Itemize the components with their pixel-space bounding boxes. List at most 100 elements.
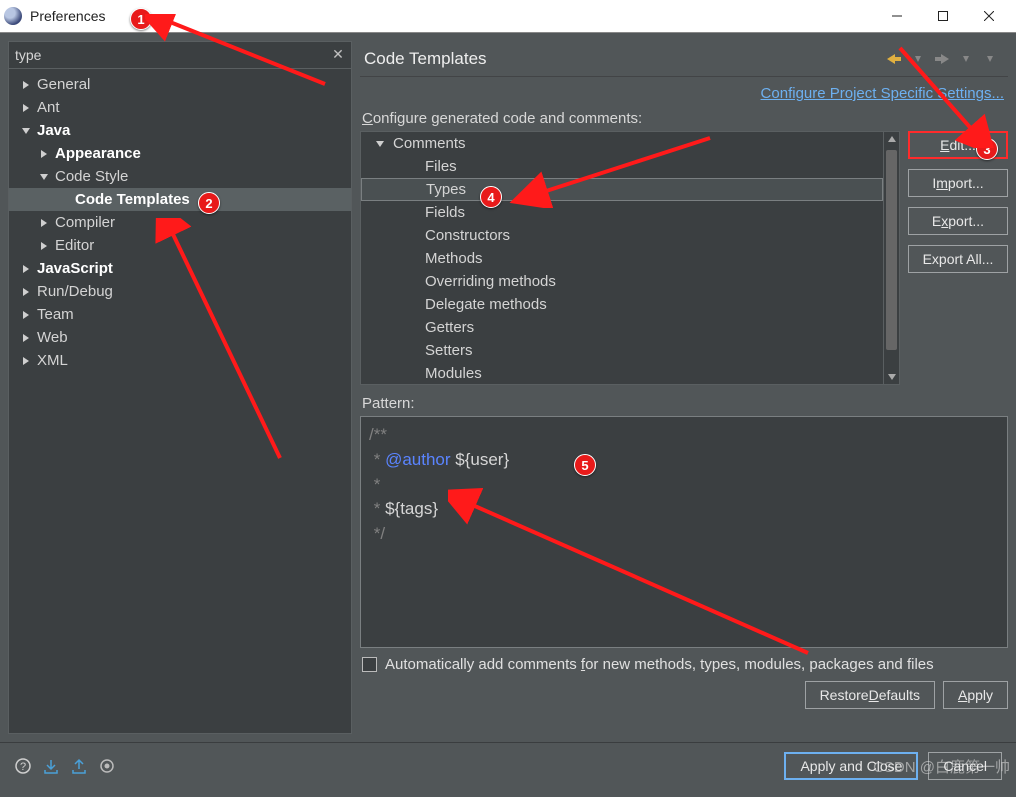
oomph-icon[interactable] xyxy=(98,757,116,775)
window-title: Preferences xyxy=(30,8,105,24)
export-prefs-icon[interactable] xyxy=(70,757,88,775)
tree-expand-icon xyxy=(19,288,33,296)
tree-item-label: JavaScript xyxy=(37,260,113,277)
help-icon[interactable]: ? xyxy=(14,757,32,775)
apply-and-close-button[interactable]: Apply and Close xyxy=(784,752,918,780)
auto-comments-label: Automatically add comments for new metho… xyxy=(385,656,934,673)
page-title: Code Templates xyxy=(364,49,487,69)
tree-expand-icon xyxy=(19,127,33,135)
import-prefs-icon[interactable] xyxy=(42,757,60,775)
view-menu-icon[interactable] xyxy=(980,49,1000,69)
nav-back-menu-icon[interactable] xyxy=(908,49,928,69)
nav-back-icon[interactable] xyxy=(884,49,904,69)
maximize-button[interactable] xyxy=(920,0,966,32)
template-node-label: Delegate methods xyxy=(425,296,547,313)
edit-button[interactable]: Edit... xyxy=(908,131,1008,159)
auto-comments-checkbox[interactable] xyxy=(362,657,377,672)
template-node-constructors[interactable]: Constructors xyxy=(361,224,883,247)
nav-forward-menu-icon[interactable] xyxy=(956,49,976,69)
tree-item-general[interactable]: General xyxy=(9,73,351,96)
tree-item-label: Team xyxy=(37,306,74,323)
minimize-button[interactable] xyxy=(874,0,920,32)
tree-expand-icon xyxy=(19,265,33,273)
pattern-label: Pattern: xyxy=(360,385,1008,416)
template-node-label: Files xyxy=(425,158,457,175)
tree-expand-icon xyxy=(37,219,51,227)
tree-expand-icon xyxy=(37,150,51,158)
apply-button[interactable]: Apply xyxy=(943,681,1008,709)
tree-item-code-style[interactable]: Code Style xyxy=(9,165,351,188)
auto-comments-row: Automatically add comments for new metho… xyxy=(360,648,1008,679)
page-header: Code Templates xyxy=(360,41,1008,77)
tree-item-compiler[interactable]: Compiler xyxy=(9,211,351,234)
tree-expand-icon xyxy=(373,140,387,148)
template-node-overriding-methods[interactable]: Overriding methods xyxy=(361,270,883,293)
import-button[interactable]: Import... xyxy=(908,169,1008,197)
tree-item-label: Editor xyxy=(55,237,94,254)
tree-item-label: Java xyxy=(37,122,70,139)
template-node-delegate-methods[interactable]: Delegate methods xyxy=(361,293,883,316)
titlebar: Preferences xyxy=(0,0,1016,33)
preferences-tree[interactable]: General Ant Java Appearance Code Style Code T… xyxy=(8,69,352,734)
tree-expand-icon xyxy=(37,173,51,181)
scroll-down-icon[interactable] xyxy=(884,368,899,384)
template-node-files[interactable]: Files xyxy=(361,155,883,178)
tree-item-label: XML xyxy=(37,352,68,369)
template-node-setters[interactable]: Setters xyxy=(361,339,883,362)
project-settings-link[interactable]: Configure Project Specific Settings... xyxy=(761,85,1004,102)
template-node-label: Comments xyxy=(393,135,466,152)
template-node-comments[interactable]: Comments xyxy=(361,132,883,155)
clear-search-icon[interactable]: ✕ xyxy=(329,45,347,63)
template-node-label: Setters xyxy=(425,342,473,359)
export-all-button[interactable]: Export All... xyxy=(908,245,1008,273)
tree-item-xml[interactable]: XML xyxy=(9,349,351,372)
template-node-methods[interactable]: Methods xyxy=(361,247,883,270)
restore-defaults-button[interactable]: Restore Defaults xyxy=(805,681,935,709)
scrollbar-vertical[interactable] xyxy=(883,132,899,384)
scroll-thumb[interactable] xyxy=(886,150,897,350)
template-node-label: Fields xyxy=(425,204,465,221)
tree-item-run-debug[interactable]: Run/Debug xyxy=(9,280,351,303)
template-buttons: Edit... Import... Export... Export All..… xyxy=(908,131,1008,385)
template-node-getters[interactable]: Getters xyxy=(361,316,883,339)
tree-item-label: Code Templates xyxy=(75,191,190,208)
tree-item-team[interactable]: Team xyxy=(9,303,351,326)
template-node-label: Methods xyxy=(425,250,483,267)
tree-item-code-templates[interactable]: Code Templates xyxy=(9,188,351,211)
template-node-modules[interactable]: Modules xyxy=(361,362,883,384)
tree-expand-icon xyxy=(19,311,33,319)
tree-item-java[interactable]: Java xyxy=(9,119,351,142)
tree-item-ant[interactable]: Ant xyxy=(9,96,351,119)
tree-item-label: Compiler xyxy=(55,214,115,231)
tree-item-editor[interactable]: Editor xyxy=(9,234,351,257)
template-node-label: Getters xyxy=(425,319,474,336)
template-node-label: Modules xyxy=(425,365,482,382)
template-node-fields[interactable]: Fields xyxy=(361,201,883,224)
filter-input[interactable] xyxy=(9,42,351,68)
tree-item-label: Web xyxy=(37,329,68,346)
template-node-types[interactable]: Types xyxy=(361,178,883,201)
search-wrap: ✕ xyxy=(8,41,352,69)
tree-item-web[interactable]: Web xyxy=(9,326,351,349)
export-button[interactable]: Export... xyxy=(908,207,1008,235)
right-panel: Code Templates Configure Project Specifi… xyxy=(352,41,1008,734)
tree-item-label: Ant xyxy=(37,99,60,116)
close-button[interactable] xyxy=(966,0,1012,32)
template-node-label: Constructors xyxy=(425,227,510,244)
tree-item-javascript[interactable]: JavaScript xyxy=(9,257,351,280)
left-panel: ✕ General Ant Java Appearance Code Style Code… xyxy=(8,41,352,734)
scroll-up-icon[interactable] xyxy=(884,132,899,148)
pattern-preview: /** * @author ${user} * * ${tags} */ xyxy=(360,416,1008,648)
tree-expand-icon xyxy=(19,357,33,365)
template-node-label: Overriding methods xyxy=(425,273,556,290)
tree-expand-icon xyxy=(19,104,33,112)
templates-tree[interactable]: Comments Files Types Fields Constructors Meth… xyxy=(360,131,900,385)
dialog-footer: ? Apply and Close Cancel xyxy=(0,742,1016,789)
configure-label: Configure generated code and comments: xyxy=(360,106,1008,131)
tree-expand-icon xyxy=(19,81,33,89)
template-node-label: Types xyxy=(426,181,466,198)
tree-item-label: Appearance xyxy=(55,145,141,162)
cancel-button[interactable]: Cancel xyxy=(928,752,1002,780)
nav-forward-icon[interactable] xyxy=(932,49,952,69)
tree-item-appearance[interactable]: Appearance xyxy=(9,142,351,165)
